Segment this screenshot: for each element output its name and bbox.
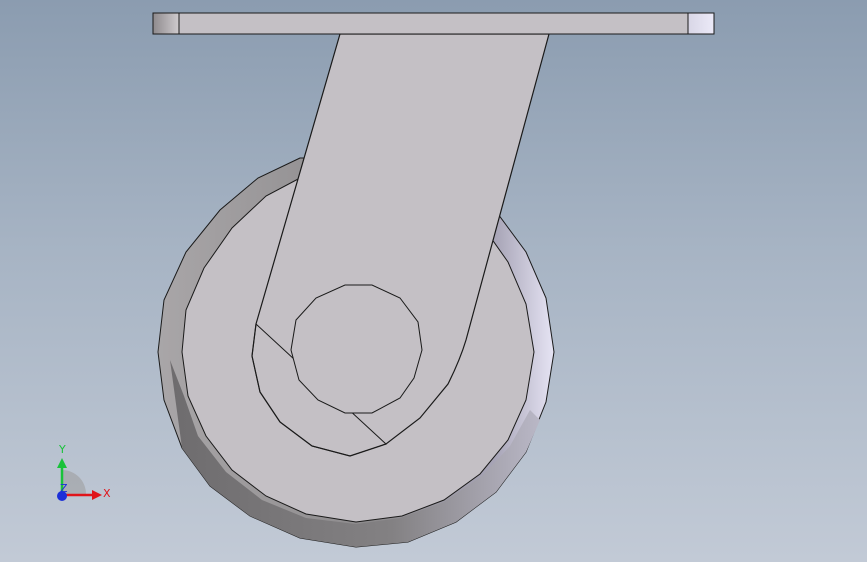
x-axis-label: X [103, 487, 111, 500]
caster-model[interactable] [0, 0, 867, 562]
mounting-plate-left-end [152, 12, 180, 35]
mounting-plate [152, 12, 715, 35]
z-axis-label: Z [60, 482, 68, 495]
x-axis-arrow [92, 490, 102, 500]
y-axis-label: Y [58, 443, 66, 456]
graphics-viewport[interactable]: Y X Z [0, 0, 867, 562]
y-axis-arrow [57, 458, 67, 468]
coordinate-triad: Y X Z [57, 443, 111, 501]
mounting-plate-right-end [687, 12, 715, 35]
